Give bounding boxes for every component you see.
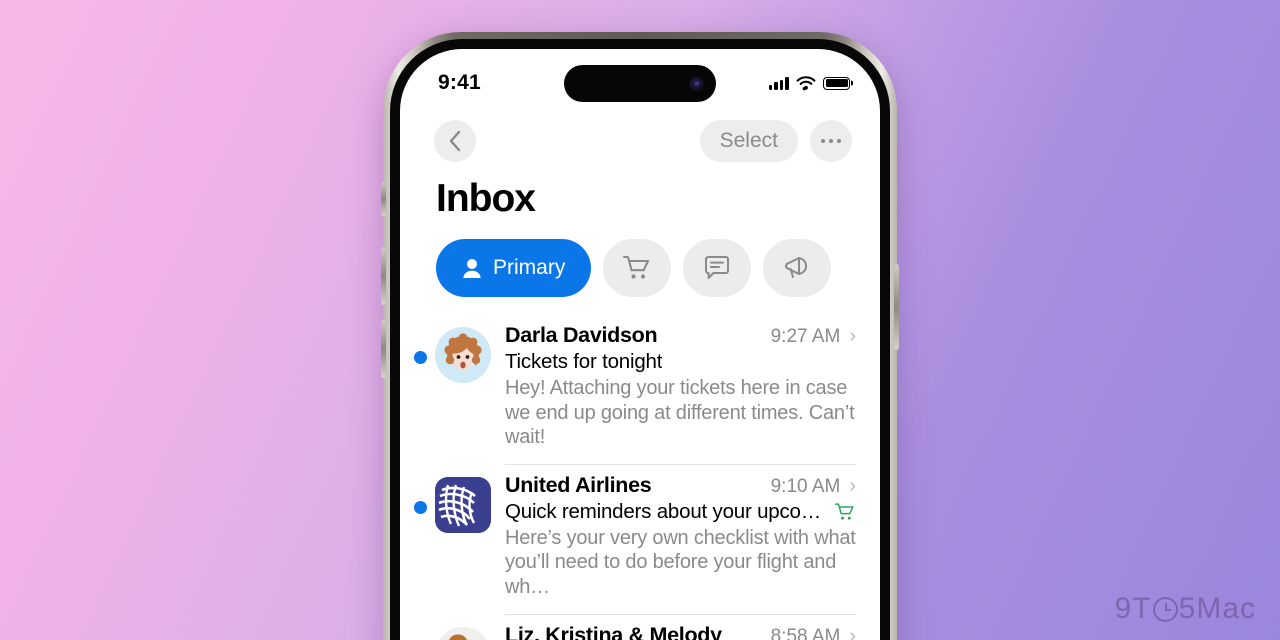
- mail-content: Darla Davidson 9:27 AM › Tickets for ton…: [505, 315, 856, 465]
- memoji-group-icon: [439, 626, 487, 640]
- ellipsis-icon: [820, 138, 842, 144]
- mail-subject: Tickets for tonight: [505, 350, 663, 373]
- filter-chips: Primary: [400, 221, 880, 297]
- navigation-bar: Select: [400, 111, 880, 167]
- mail-list-item[interactable]: United Airlines 9:10 AM › Quick reminder…: [400, 465, 880, 615]
- page-title: Inbox: [436, 177, 536, 220]
- status-bar: 9:41: [400, 49, 880, 111]
- power-button[interactable]: [894, 264, 899, 350]
- watermark-suffix: 5Mac: [1178, 592, 1256, 625]
- megaphone-icon: [785, 257, 808, 278]
- wifi-icon: [796, 75, 816, 90]
- select-button[interactable]: Select: [699, 120, 798, 162]
- chevron-right-icon: ›: [849, 325, 856, 347]
- volume-up-button[interactable]: [381, 247, 386, 305]
- mail-subject-line: Quick reminders about your upcoming…: [505, 500, 856, 524]
- mail-header-line: Darla Davidson 9:27 AM ›: [505, 323, 856, 348]
- more-options-button[interactable]: [810, 120, 852, 162]
- mail-list-item[interactable]: Liz, Kristina & Melody 8:58 AM › Friday …: [400, 615, 880, 640]
- united-airlines-logo-icon: [435, 476, 491, 533]
- mail-sender: United Airlines: [505, 472, 652, 497]
- mail-preview: Hey! Attaching your tickets here in case…: [505, 377, 855, 449]
- avatar: [435, 476, 491, 533]
- select-button-label: Select: [719, 129, 778, 152]
- chat-bubble-icon: [705, 256, 730, 279]
- site-watermark: 9T 5Mac: [1115, 592, 1256, 626]
- battery-full-icon: [823, 76, 850, 90]
- mail-header-line: Liz, Kristina & Melody 8:58 AM ›: [505, 623, 856, 640]
- filter-chip-promotions[interactable]: [763, 239, 832, 297]
- chevron-right-icon: ›: [849, 474, 856, 497]
- person-icon: [463, 258, 481, 278]
- shopping-cart-icon: [623, 255, 650, 279]
- chevron-left-icon: [449, 130, 461, 152]
- chevron-right-icon: ›: [849, 624, 856, 640]
- cellular-signal-icon: [768, 76, 789, 90]
- clock-icon: [1152, 596, 1178, 622]
- mail-header-line: United Airlines 9:10 AM ›: [505, 473, 856, 498]
- phone-screen: 9:41 Select Inbox Primary Darla Davidson…: [400, 49, 880, 640]
- mail-time: 8:58 AM: [770, 625, 841, 640]
- mail-time: 9:27 AM: [770, 326, 841, 347]
- watermark-prefix: 9T: [1114, 592, 1152, 625]
- mail-subject-line: Tickets for tonight: [505, 350, 856, 374]
- mail-content: United Airlines 9:10 AM › Quick reminder…: [505, 465, 856, 615]
- mail-content: Liz, Kristina & Melody 8:58 AM › Friday …: [505, 615, 856, 640]
- mail-time: 9:10 AM: [770, 475, 841, 497]
- filter-chip-transactions[interactable]: [683, 239, 752, 297]
- shopping-cart-icon: [834, 502, 856, 522]
- avatar: [435, 327, 491, 383]
- volume-down-button[interactable]: [381, 320, 386, 378]
- avatar: [435, 626, 491, 640]
- dynamic-island[interactable]: [564, 65, 716, 102]
- mail-subject: Quick reminders about your upcoming…: [505, 499, 826, 523]
- memoji-darla-icon: [435, 327, 491, 383]
- iphone-device: 9:41 Select Inbox Primary Darla Davidson…: [381, 32, 899, 640]
- status-time: 9:41: [438, 71, 481, 94]
- mail-sender: Liz, Kristina & Melody: [505, 622, 722, 640]
- filter-chip-primary[interactable]: Primary: [436, 239, 592, 297]
- status-indicators: [768, 75, 850, 91]
- front-camera-icon: [689, 76, 704, 91]
- mail-list: Darla Davidson 9:27 AM › Tickets for ton…: [400, 297, 880, 640]
- action-button[interactable]: [381, 182, 386, 216]
- filter-chip-shopping[interactable]: [603, 239, 672, 297]
- mail-preview: Here’s your very own checklist with what…: [505, 526, 856, 598]
- filter-chip-primary-label: Primary: [493, 256, 566, 279]
- mail-list-item[interactable]: Darla Davidson 9:27 AM › Tickets for ton…: [400, 315, 880, 465]
- back-button[interactable]: [434, 120, 476, 162]
- mail-sender: Darla Davidson: [505, 323, 658, 347]
- unread-indicator: [414, 500, 427, 514]
- unread-indicator: [414, 351, 427, 364]
